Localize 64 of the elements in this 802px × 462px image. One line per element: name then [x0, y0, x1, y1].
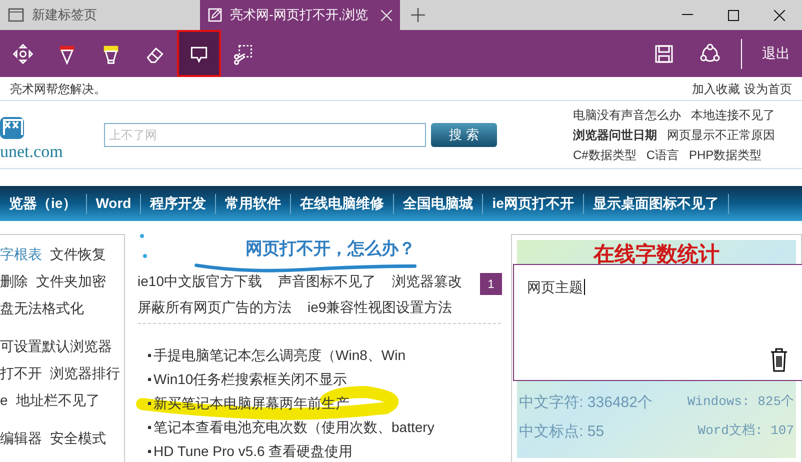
clip-icon: [232, 42, 254, 64]
header-link[interactable]: C语言: [646, 146, 680, 164]
sidebar-link[interactable]: 地址栏不见了: [16, 390, 100, 411]
topic-link[interactable]: ie10中文版官方下载: [138, 270, 262, 292]
sidebar-link[interactable]: 文件恢复: [50, 244, 106, 265]
note-popup[interactable]: 网页主题: [513, 264, 802, 381]
article-link[interactable]: Win10任务栏搜索框关闭不显示: [154, 368, 348, 390]
note-badge[interactable]: 1: [480, 273, 502, 295]
header-link[interactable]: 电脑没有声音怎么办: [573, 106, 681, 124]
stat-text: 中文字符: 336482个: [519, 393, 652, 413]
search-button[interactable]: 搜 索: [431, 122, 497, 146]
tab-title: 亮术网-网页打不开,浏览: [230, 6, 369, 24]
search-field[interactable]: 上不了网: [104, 122, 426, 146]
touch-pan-icon: [12, 42, 34, 64]
article-link[interactable]: 笔记本查看电池充电次数（使用次数、battery: [154, 416, 434, 438]
nav-link[interactable]: 常用软件: [216, 193, 290, 214]
header-link[interactable]: 网页显示不正常原因: [667, 126, 775, 144]
header-link[interactable]: 本地连接不见了: [691, 106, 775, 124]
sidebar-link[interactable]: 打不开: [0, 363, 42, 384]
nav-link[interactable]: 显示桌面图标不见了: [584, 193, 728, 214]
topic-link[interactable]: 浏览器篡改: [392, 270, 462, 292]
header-link[interactable]: PHP数据类型: [689, 146, 762, 164]
sidebar-link[interactable]: 浏览器排行: [50, 363, 120, 384]
sidebar-link[interactable]: 文件夹加密: [36, 271, 106, 292]
delete-icon[interactable]: [770, 348, 788, 372]
exit-button[interactable]: 退出: [750, 30, 802, 77]
stat-text: Windows: 825个: [687, 393, 794, 411]
sidebar-link[interactable]: 可设置默认浏览器: [0, 336, 112, 357]
sidebar-link[interactable]: e: [0, 390, 8, 411]
topic-link[interactable]: ie9兼容性视图设置方法: [308, 296, 452, 318]
stat-text: Word文档: 107: [698, 422, 794, 440]
article-link[interactable]: 手提电脑笔记本怎么调亮度（Win8、Win: [154, 344, 406, 366]
stat-text: 中文标点: 55: [519, 422, 604, 442]
toolbar-tool-button[interactable]: [177, 30, 221, 77]
topic-link[interactable]: 声音图标不见了: [278, 270, 376, 292]
sidebar-link[interactable]: 盘无法格式化: [0, 298, 84, 319]
close-icon[interactable]: [381, 10, 392, 20]
note-text: 网页主题: [527, 279, 585, 295]
article-link[interactable]: HD Tune Pro v5.6 查看硬盘使用: [154, 440, 353, 462]
nav-link[interactable]: 全国电脑城: [394, 193, 482, 214]
tab-title: 新建标签页: [32, 6, 98, 24]
header-link[interactable]: C#数据类型: [573, 146, 636, 164]
share-icon: [699, 42, 721, 64]
sidebar-link[interactable]: 删除: [0, 271, 28, 292]
header-link[interactable]: 加入收藏: [692, 80, 740, 98]
sidebar-link[interactable]: 编辑器: [0, 428, 42, 449]
logo-text: unet.com: [0, 140, 64, 162]
sidebar-link[interactable]: 安全模式: [50, 428, 106, 449]
nav-link[interactable]: 览器（ie）: [0, 193, 86, 214]
nav-link[interactable]: Word: [86, 193, 140, 214]
nav-link[interactable]: 在线电脑维修: [291, 193, 394, 214]
header-link[interactable]: 浏览器问世日期: [573, 126, 657, 144]
header-link[interactable]: 设为首页: [744, 80, 792, 98]
nav-link[interactable]: 程序开发: [141, 193, 216, 214]
sidebar-link[interactable]: 字根表: [0, 244, 42, 265]
topic-link[interactable]: 屏蔽所有网页广告的方法: [138, 296, 292, 318]
section-heading: 网页打不开，怎么办？: [245, 238, 416, 260]
new-tab-icon[interactable]: [411, 8, 425, 22]
browser-tab[interactable]: 亮术网-网页打不开,浏览: [200, 0, 400, 30]
nav-link[interactable]: ie网页打不开: [483, 193, 583, 214]
save-icon: [654, 44, 674, 64]
welcome-text: 亮术网帮您解决。: [10, 80, 106, 98]
tab-page-icon: [8, 8, 24, 22]
edit-note-icon: [208, 8, 222, 22]
